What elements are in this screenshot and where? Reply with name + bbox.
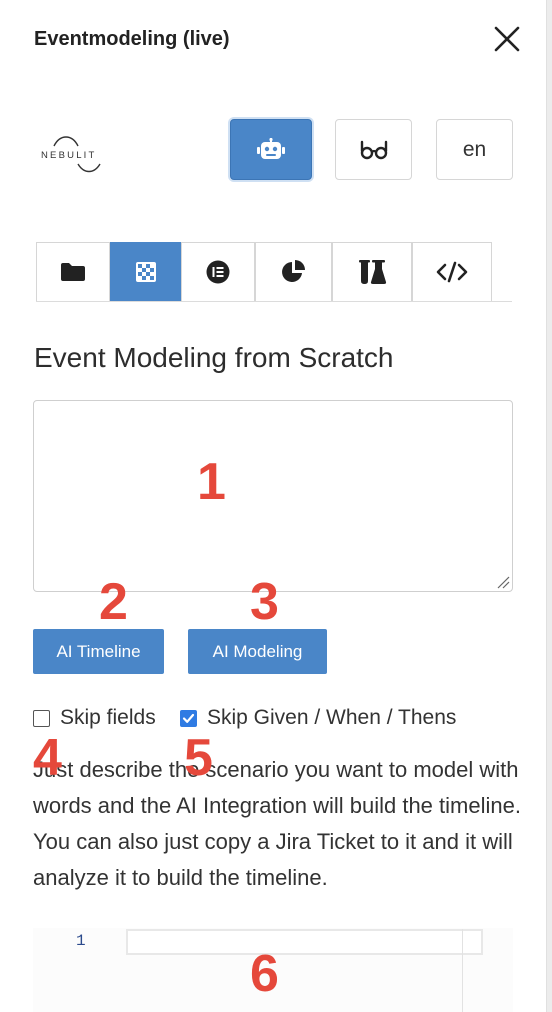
- scenario-prompt-input[interactable]: [33, 400, 513, 592]
- annotation-4: 4: [33, 729, 62, 787]
- annotation-3: 3: [250, 573, 279, 631]
- skip-gwt-checkbox[interactable]: [180, 709, 197, 727]
- annotation-5: 5: [184, 729, 213, 787]
- tab-testing[interactable]: [332, 242, 412, 302]
- skip-fields-option[interactable]: Skip fields: [33, 705, 156, 731]
- tab-analytics[interactable]: [255, 242, 332, 302]
- tab-files[interactable]: [36, 242, 110, 302]
- robot-icon: [257, 137, 285, 159]
- editor-current-line[interactable]: [126, 929, 483, 955]
- logo-text: NEBULIT: [41, 150, 97, 161]
- ai-modeling-button[interactable]: AI Modeling: [188, 629, 327, 674]
- pie-chart-icon: [281, 260, 305, 282]
- section-heading: Event Modeling from Scratch: [34, 342, 394, 373]
- tab-modeling[interactable]: [110, 242, 181, 302]
- close-button[interactable]: [492, 24, 522, 54]
- close-icon: [494, 26, 520, 52]
- flask-icon: [359, 260, 387, 284]
- editor-ruler: [462, 929, 463, 1012]
- tab-list[interactable]: [181, 242, 255, 302]
- skip-fields-checkbox[interactable]: [33, 709, 50, 727]
- editor-line-number: 1: [76, 932, 86, 950]
- resize-grip-icon[interactable]: [496, 575, 510, 589]
- ai-assistant-button[interactable]: [230, 119, 312, 180]
- skip-fields-label: Skip fields: [60, 706, 156, 729]
- glasses-icon: [360, 140, 387, 159]
- language-button[interactable]: en: [436, 119, 513, 180]
- panel-title: Eventmodeling (live): [34, 28, 230, 50]
- reading-mode-button[interactable]: [335, 119, 412, 180]
- skip-gwt-label: Skip Given / When / Thens: [207, 706, 457, 729]
- nebulit-logo: NEBULIT: [38, 132, 108, 178]
- tabs-divider: [36, 301, 512, 302]
- folder-icon: [61, 263, 85, 281]
- annotation-2: 2: [99, 573, 128, 631]
- annotation-1: 1: [197, 453, 226, 511]
- checkmark-icon: [182, 713, 195, 723]
- checkerboard-icon: [135, 262, 156, 282]
- skip-gwt-option[interactable]: Skip Given / When / Thens: [180, 705, 456, 731]
- scrollbar-track[interactable]: [546, 0, 552, 1012]
- ai-timeline-button[interactable]: AI Timeline: [33, 629, 164, 674]
- list-circle-icon: [206, 260, 230, 284]
- panel-header: Eventmodeling (live): [0, 0, 546, 80]
- code-icon: [436, 261, 468, 283]
- tab-code[interactable]: [412, 242, 492, 302]
- annotation-6: 6: [250, 945, 279, 1003]
- help-description: Just describe the scenario you want to m…: [33, 757, 521, 890]
